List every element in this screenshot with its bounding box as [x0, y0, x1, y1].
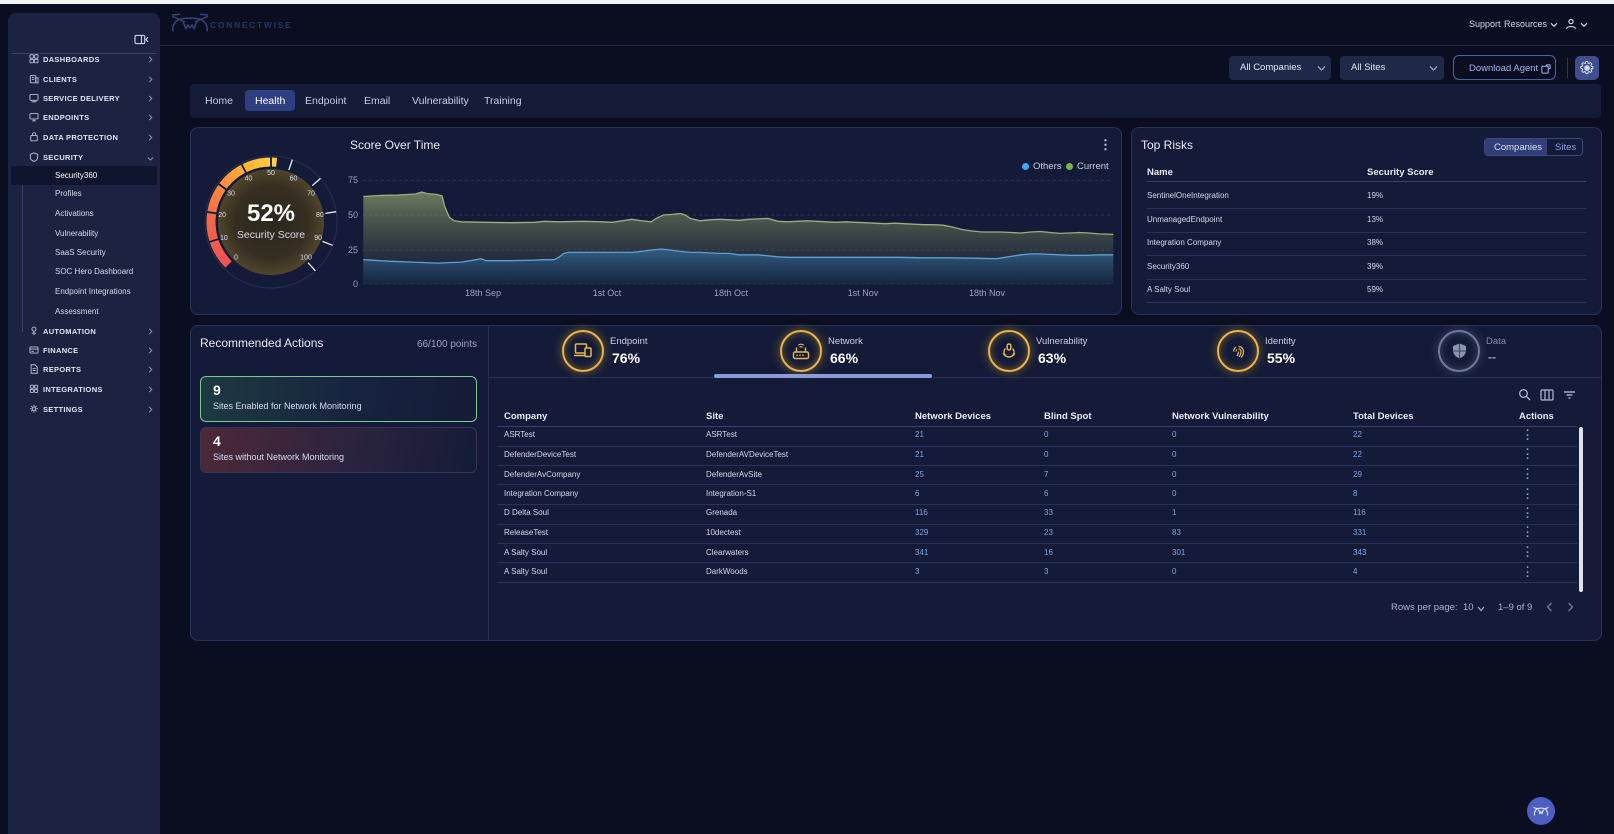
svg-text:40: 40	[245, 175, 253, 182]
svg-text:60: 60	[290, 175, 298, 182]
svg-text:30: 30	[227, 190, 235, 197]
svg-text:0: 0	[234, 255, 238, 262]
svg-text:70: 70	[307, 190, 315, 197]
svg-text:10: 10	[220, 235, 228, 242]
svg-text:20: 20	[218, 212, 226, 219]
svg-text:80: 80	[316, 212, 324, 219]
svg-text:50: 50	[267, 170, 275, 177]
svg-text:90: 90	[314, 235, 322, 242]
svg-text:100: 100	[300, 255, 312, 262]
